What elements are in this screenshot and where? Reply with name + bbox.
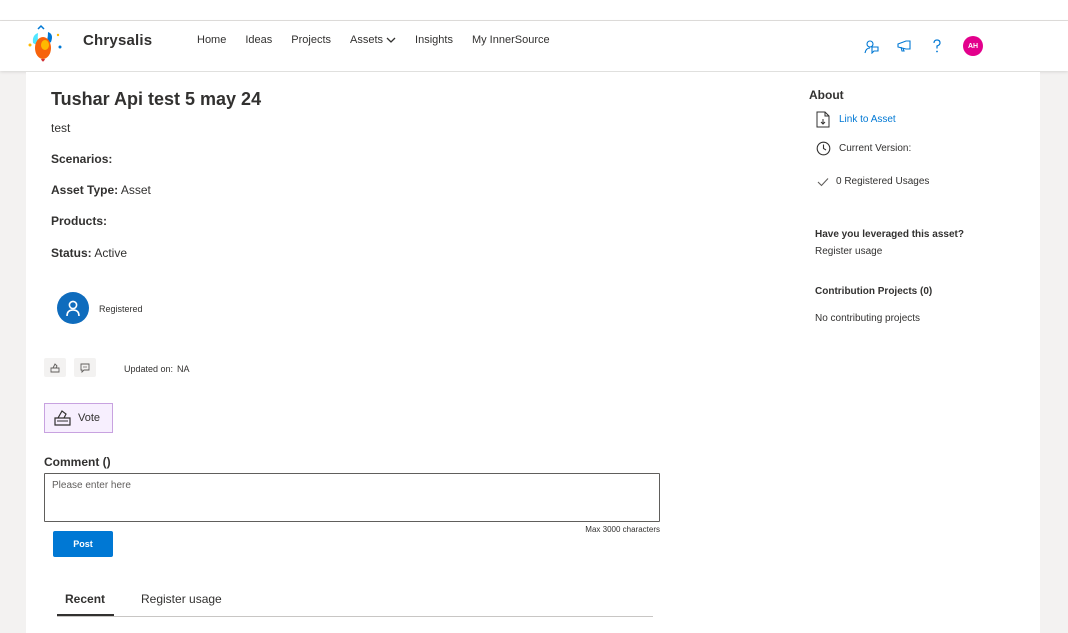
help-icon[interactable] bbox=[928, 37, 946, 55]
nav-insights[interactable]: Insights bbox=[415, 34, 453, 46]
about-heading: About bbox=[809, 88, 844, 102]
contribution-projects-heading: Contribution Projects (0) bbox=[815, 286, 933, 297]
register-usage-link[interactable]: Register usage bbox=[815, 246, 882, 257]
vote-button[interactable]: Vote bbox=[44, 403, 113, 433]
user-avatar[interactable]: AH bbox=[963, 36, 983, 56]
current-version-row: Current Version: bbox=[815, 141, 911, 156]
asset-detail-card bbox=[26, 72, 1040, 633]
document-link-icon bbox=[816, 111, 830, 128]
ballot-icon bbox=[50, 362, 60, 372]
comment-input[interactable] bbox=[44, 473, 660, 522]
check-icon bbox=[817, 177, 829, 186]
nav-assets-label: Assets bbox=[350, 34, 384, 46]
announcement-icon[interactable] bbox=[895, 37, 913, 55]
tab-recent[interactable]: Recent bbox=[65, 592, 105, 606]
nav-home[interactable]: Home bbox=[197, 34, 226, 46]
clock-icon bbox=[816, 141, 830, 156]
status-value: Active bbox=[94, 246, 128, 260]
activity-tabs: Recent Register usage bbox=[57, 588, 653, 617]
nav-insights-label: Insights bbox=[415, 34, 453, 46]
active-tab-indicator bbox=[57, 614, 114, 616]
main-nav: Home Ideas Projects Assets Insights My I… bbox=[197, 34, 569, 46]
vote-label: Vote bbox=[78, 412, 101, 424]
chrysalis-logo[interactable] bbox=[24, 23, 66, 65]
updated-label: Updated on: bbox=[124, 364, 174, 374]
updated-value: NA bbox=[177, 364, 190, 374]
updated-info: Updated on: NA bbox=[124, 364, 190, 374]
registered-label: Registered bbox=[99, 304, 143, 314]
nav-my-innersource-label: My InnerSource bbox=[471, 34, 550, 46]
app-name[interactable]: Chrysalis bbox=[83, 32, 152, 49]
nav-assets[interactable]: Assets bbox=[350, 34, 396, 46]
chevron-down-icon bbox=[386, 37, 396, 43]
person-icon bbox=[66, 300, 80, 317]
nav-projects[interactable]: Projects bbox=[291, 34, 331, 46]
scenarios-field: Scenarios: bbox=[51, 152, 112, 166]
post-button[interactable]: Post bbox=[53, 531, 113, 557]
asset-type-label: Asset Type: bbox=[51, 183, 119, 197]
products-label: Products: bbox=[51, 214, 108, 228]
registered-usages-row: 0 Registered Usages bbox=[815, 176, 929, 187]
nav-projects-label: Projects bbox=[291, 34, 332, 46]
link-to-asset[interactable]: Link to Asset bbox=[839, 114, 896, 125]
app-header: Chrysalis Home Ideas Projects Assets Ins… bbox=[0, 21, 1068, 71]
asset-title: Tushar Api test 5 may 24 bbox=[51, 89, 262, 109]
status-label: Status: bbox=[51, 246, 92, 260]
ballot-box-icon bbox=[54, 410, 71, 426]
vote-count-button[interactable] bbox=[44, 358, 66, 377]
feedback-icon[interactable] bbox=[862, 37, 880, 55]
comment-icon bbox=[80, 363, 90, 373]
asset-type-field: Asset Type: Asset bbox=[51, 183, 151, 197]
registered-avatar bbox=[57, 292, 89, 324]
browser-top-strip bbox=[0, 0, 1068, 21]
products-field: Products: bbox=[51, 214, 107, 228]
comment-label: Comment () bbox=[44, 455, 111, 469]
status-field: Status: Active bbox=[51, 246, 127, 260]
link-to-asset-row[interactable]: Link to Asset bbox=[815, 111, 896, 128]
max-characters-hint: Max 3000 characters bbox=[585, 525, 660, 534]
comment-count-button[interactable] bbox=[74, 358, 96, 377]
leveraged-question: Have you leveraged this asset? bbox=[815, 229, 964, 240]
nav-my-innersource[interactable]: My InnerSource bbox=[472, 34, 550, 46]
header-actions: AH bbox=[862, 36, 983, 56]
no-contributing-projects: No contributing projects bbox=[815, 313, 921, 324]
registered-usages-count: 0 Registered Usages bbox=[836, 176, 930, 187]
nav-ideas-label: Ideas bbox=[245, 34, 273, 46]
asset-type-value: Asset bbox=[120, 183, 151, 197]
asset-description: test bbox=[51, 121, 71, 135]
current-version-label: Current Version: bbox=[839, 143, 912, 154]
nav-home-label: Home bbox=[197, 34, 227, 46]
scenarios-label: Scenarios: bbox=[51, 152, 113, 166]
tab-register-usage[interactable]: Register usage bbox=[141, 592, 222, 606]
nav-ideas[interactable]: Ideas bbox=[245, 34, 272, 46]
